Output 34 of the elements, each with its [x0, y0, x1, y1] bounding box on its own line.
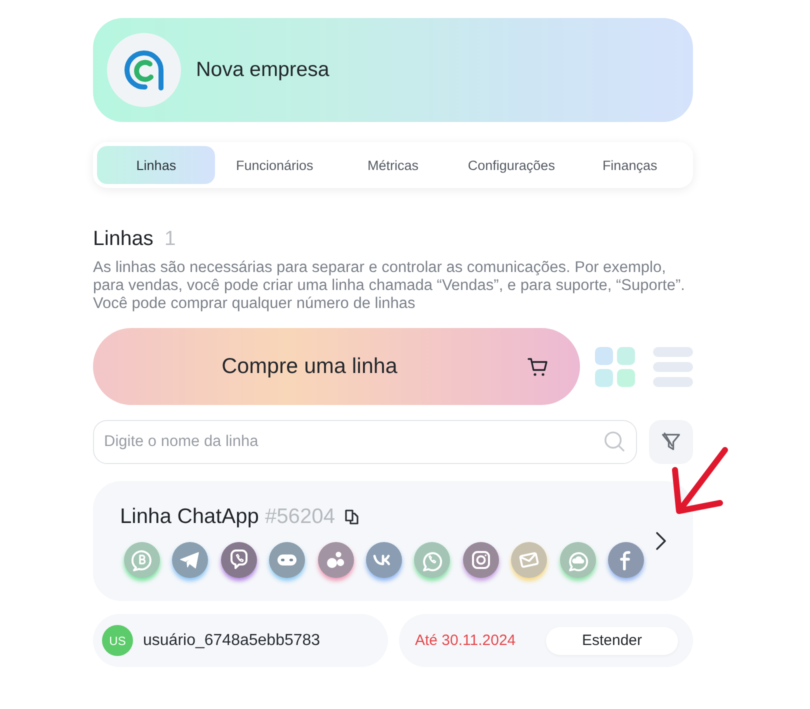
tab[interactable]: Finanças — [570, 146, 690, 184]
tab[interactable]: Métricas — [334, 146, 452, 184]
chat-phone-icon — [414, 542, 450, 578]
expiry-date: Até 30.11.2024 — [415, 632, 516, 649]
search-field[interactable]: Digite o nome da linha — [93, 420, 637, 464]
tab[interactable]: Funcionários — [215, 146, 334, 184]
section-title: Linhas — [93, 227, 154, 251]
section-description: As linhas são necessárias para separar e controlar as comunicações. Por exemplo, para vendas, você pode criar uma linha chamada “Vendas”, e para suporte, “Suporte”. Você pode comprar qualquer número de linhas — [93, 259, 686, 313]
user-avatar: US — [102, 625, 133, 656]
chat-b-icon — [124, 542, 160, 578]
f-letter-icon — [608, 542, 644, 578]
envelope-icon — [511, 542, 548, 578]
user-name: usuário_6748a5ebb5783 — [143, 632, 320, 650]
copy-icon[interactable] — [344, 508, 360, 524]
dots-icon — [318, 542, 354, 578]
tab[interactable]: Configurações — [452, 146, 571, 184]
vk-letters-icon — [366, 542, 402, 578]
filter-icon — [661, 432, 681, 452]
line-name: Linha ChatApp — [120, 504, 259, 528]
chevron-right-icon[interactable] — [655, 531, 667, 551]
camera-icon — [462, 542, 499, 578]
line-count: 1 — [164, 227, 176, 251]
search-icon — [604, 431, 625, 452]
tab[interactable]: Linhas — [97, 146, 216, 184]
extend-button[interactable]: Estender — [546, 626, 678, 654]
filter-button[interactable] — [649, 420, 693, 464]
buy-line-button[interactable]: Compre uma linha — [93, 328, 580, 405]
logo-icon — [107, 33, 181, 107]
paper-plane-icon — [172, 542, 208, 578]
line-number: #56204 — [264, 504, 336, 528]
company-name: Nova empresa — [196, 58, 330, 82]
chat-cloud-icon — [560, 542, 596, 578]
phone-bubble-icon — [220, 542, 257, 578]
robot-icon — [269, 542, 306, 578]
